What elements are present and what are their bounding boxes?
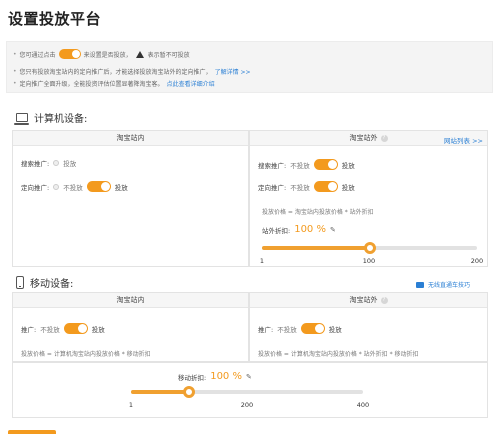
outer-targeted-label: 定向推广: xyxy=(258,183,287,192)
slider-tick-min: 1 xyxy=(259,257,265,265)
mobile-discount-slider[interactable] xyxy=(131,386,363,398)
mobile-outer-toggle[interactable] xyxy=(300,323,325,334)
slider-tick-max: 400 xyxy=(356,401,370,409)
edit-pencil-icon[interactable]: ✎ xyxy=(330,226,336,234)
mobile-inner-toggle[interactable] xyxy=(63,323,88,334)
mobile-outer-off: 不投放 xyxy=(277,325,297,334)
tip-1-post: 表示暂不可投放 xyxy=(147,51,190,59)
pc-outer-panel: 淘宝站外 ? 网站列表 >> 搜索推广: 不投放 投放 定向推广: 不投放 投放… xyxy=(249,130,488,267)
targeted-promo-off: 不投放 xyxy=(63,183,83,192)
targeted-promo-on: 投放 xyxy=(114,183,128,192)
mobile-outer-row: 推广: 不投放 投放 xyxy=(258,323,342,334)
detail-intro-link[interactable]: 点此查看详细介绍 xyxy=(167,79,215,88)
pc-outer-discount-slider[interactable] xyxy=(262,242,477,254)
bullet: • xyxy=(13,68,17,75)
mobile-outer-on: 投放 xyxy=(328,325,342,334)
tip-1-pre: 您可通过点击 xyxy=(19,51,56,59)
outer-targeted-on: 投放 xyxy=(341,183,355,192)
mobile-phone-icon xyxy=(16,276,24,289)
mobile-tips-link[interactable]: 无线直通车技巧 xyxy=(416,280,470,289)
tip-line-1: • 您可通过点击 来设置是否投放， 表示暂不可投放 xyxy=(13,49,190,59)
outer-discount-row: 站外折扣: 100 % ✎ xyxy=(262,224,336,235)
mobile-inner-panel: 淘宝站内 推广: 不投放 投放 投放价格 = 计算机淘宝站内投放价格 * 移动折… xyxy=(12,292,249,362)
site-list-link[interactable]: 网站列表 >> xyxy=(444,135,483,145)
pc-outer-search-toggle[interactable] xyxy=(313,159,338,170)
slider-tick-min: 1 xyxy=(128,401,134,409)
page-title: 设置投放平台 xyxy=(8,10,102,28)
help-icon[interactable]: ? xyxy=(380,134,388,142)
outer-price-formula: 投放价格 = 淘宝站内投放价格 * 站外折扣 xyxy=(262,209,374,216)
pc-outer-header-label: 淘宝站外 xyxy=(349,134,378,142)
mobile-outer-header-label: 淘宝站外 xyxy=(349,296,378,304)
pc-inner-panel: 淘宝站内 搜索推广: 投放 定向推广: 不投放 投放 xyxy=(12,130,249,267)
tip-line-2: • 您只有投放淘宝站内的定向推广后，才能选择投放淘宝站外的定向推广， 了解详情 … xyxy=(13,67,251,76)
mobile-outer-header: 淘宝站外 ? xyxy=(250,293,487,308)
targeted-promo-label: 定向推广: xyxy=(21,183,50,192)
mobile-inner-header: 淘宝站内 xyxy=(13,293,248,308)
slider-fill xyxy=(262,246,370,250)
outer-search-label: 搜索推广: xyxy=(258,161,287,170)
slider-tick-max: 200 xyxy=(470,257,484,265)
outer-targeted-off: 不投放 xyxy=(290,183,310,192)
search-promo-radio[interactable] xyxy=(53,160,60,166)
warning-icon xyxy=(135,50,144,58)
mobile-discount-row: 移动折扣: 100 % ✎ xyxy=(178,371,252,382)
mobile-inner-header-label: 淘宝站内 xyxy=(116,296,145,304)
sample-toggle xyxy=(58,49,81,59)
search-promo-state: 投放 xyxy=(63,160,77,168)
tips-panel: • 您可通过点击 来设置是否投放， 表示暂不可投放 • 您只有投放淘宝站内的定向… xyxy=(6,41,493,93)
slider-fill xyxy=(131,390,189,394)
mobile-outer-panel: 淘宝站外 ? 推广: 不投放 投放 投放价格 = 计算机淘宝站内投放价格 * 站… xyxy=(249,292,488,362)
slider-tick-mid: 100 xyxy=(362,257,376,265)
mobile-outer-price: 投放价格 = 计算机淘宝站内投放价格 * 站外折扣 * 移动折扣 xyxy=(258,351,419,358)
submit-button[interactable] xyxy=(8,430,56,434)
mobile-discount-panel: 移动折扣: 100 % ✎ 1 200 400 xyxy=(12,362,488,418)
pc-outer-targeted-toggle[interactable] xyxy=(313,181,338,192)
edit-pencil-icon[interactable]: ✎ xyxy=(246,373,252,381)
outer-discount-label: 站外折扣: xyxy=(262,226,291,235)
pc-outer-search-row: 搜索推广: 不投放 投放 xyxy=(258,159,355,170)
pc-inner-search-row: 搜索推广: 投放 xyxy=(21,158,76,168)
mobile-outer-label: 推广: xyxy=(258,325,274,334)
outer-search-off: 不投放 xyxy=(290,161,310,170)
slider-handle[interactable] xyxy=(182,386,195,398)
tip-3-text: 定向推广全面升级，全能投资评估位置显著降淘宝客。 xyxy=(19,81,164,88)
pc-inner-header: 淘宝站内 xyxy=(13,131,248,146)
mobile-inner-label: 推广: xyxy=(21,325,37,334)
pc-inner-header-label: 淘宝站内 xyxy=(116,134,145,142)
bullet: • xyxy=(13,80,17,87)
mobile-inner-row: 推广: 不投放 投放 xyxy=(21,323,105,334)
tip-line-3: • 定向推广全面升级，全能投资评估位置显著降淘宝客。 点此查看详细介绍 xyxy=(13,79,215,88)
tip-2-text: 您只有投放淘宝站内的定向推广后，才能选择投放淘宝站外的定向推广， xyxy=(19,69,212,76)
video-icon xyxy=(416,281,424,288)
mobile-section-header: 移动设备: xyxy=(16,275,73,290)
tip-1-mid: 来设置是否投放， xyxy=(83,51,132,59)
help-icon[interactable]: ? xyxy=(380,296,388,304)
mobile-section-title: 移动设备: xyxy=(30,279,74,290)
pc-inner-targeted-toggle[interactable] xyxy=(86,181,111,192)
computer-icon xyxy=(14,113,29,125)
mobile-discount-value: 100 % xyxy=(210,371,242,382)
learn-more-link[interactable]: 了解详情 >> xyxy=(215,67,251,76)
outer-search-on: 投放 xyxy=(341,161,355,170)
mobile-tips-link-text: 无线直通车技巧 xyxy=(428,282,471,289)
search-promo-label: 搜索推广: xyxy=(21,160,50,168)
mobile-inner-off: 不投放 xyxy=(40,325,60,334)
slider-tick-mid: 200 xyxy=(240,401,254,409)
outer-discount-value: 100 % xyxy=(294,224,326,235)
targeted-promo-radio[interactable] xyxy=(53,183,60,190)
mobile-inner-on: 投放 xyxy=(91,325,105,334)
pc-inner-targeted-row: 定向推广: 不投放 投放 xyxy=(21,181,128,192)
bullet: • xyxy=(13,50,17,58)
pc-outer-targeted-row: 定向推广: 不投放 投放 xyxy=(258,181,355,192)
pc-section-header: 计算机设备: xyxy=(14,110,88,125)
pc-section-title: 计算机设备: xyxy=(34,114,88,125)
slider-handle[interactable] xyxy=(363,242,376,254)
mobile-inner-price: 投放价格 = 计算机淘宝站内投放价格 * 移动折扣 xyxy=(21,351,151,358)
mobile-discount-label: 移动折扣: xyxy=(178,373,207,382)
